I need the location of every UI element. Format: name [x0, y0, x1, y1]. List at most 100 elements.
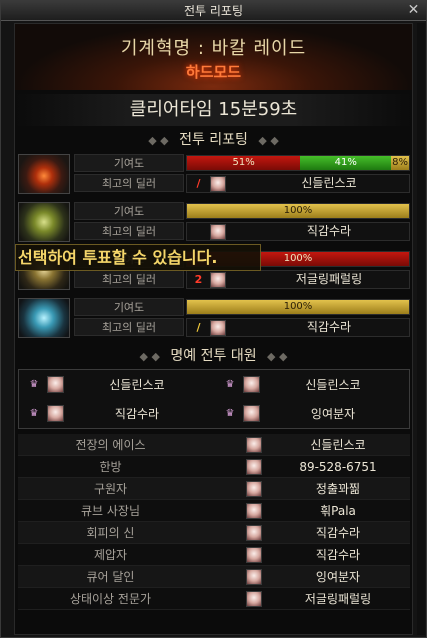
fighter-portrait: [18, 202, 70, 242]
award-row: 상태이상 전문가 저글링패럴링: [18, 588, 410, 610]
ornament-right-icon: ◆ ◆: [258, 134, 279, 147]
award-player-name: 89-528-6751: [299, 460, 377, 474]
best-dealer-field: / 신들린스코: [186, 174, 410, 193]
award-row: 제압자 직감수라: [18, 544, 410, 566]
vote-slot[interactable]: ♛ 직감수라: [19, 400, 214, 428]
award-row: 큐브 사장님 흮Pala: [18, 500, 410, 522]
fighter-row[interactable]: 기여도최고의 딜러 100% / 직감수라: [18, 298, 410, 340]
avatar: [246, 591, 262, 607]
clear-time: 클리어타임 15분59초: [15, 94, 412, 126]
fighter-portrait: [18, 298, 70, 338]
vote-name: 신들린스코: [109, 378, 165, 392]
award-row: 한방 89-528-6751: [18, 456, 410, 478]
contribution-bar: 100%: [186, 203, 410, 219]
best-dealer-label: 최고의 딜러: [74, 174, 184, 192]
award-title: 제압자: [93, 548, 128, 562]
award-player-name: 흮Pala: [320, 504, 356, 518]
contribution-segment: 8%: [391, 156, 409, 170]
award-title: 전장의 에이스: [75, 438, 146, 452]
avatar: [47, 405, 64, 422]
avatar: [47, 376, 64, 393]
award-player-name: 신들린스코: [310, 438, 366, 452]
avatar: [246, 569, 262, 585]
avatar: [210, 272, 226, 288]
number-two-icon: 2: [194, 273, 203, 286]
avatar: [210, 176, 226, 192]
raid-banner: 기계혁명 : 바칼 레이드 하드모드: [15, 24, 412, 90]
vote-tooltip: 선택하여 투표할 수 있습니다.: [15, 244, 261, 271]
avatar: [246, 437, 262, 453]
fighter-row[interactable]: 기여도최고의 딜러 51% 41% 8% / 신들린스코: [18, 154, 410, 196]
avatar: [246, 547, 262, 563]
avatar: [243, 376, 260, 393]
trophy-icon: ♛: [225, 408, 235, 419]
award-title: 구원자: [93, 482, 128, 496]
award-title: 큐브 사장님: [80, 504, 140, 518]
award-row: 큐어 달인 잉여분자: [18, 566, 410, 588]
awards-list: 전장의 에이스 신들린스코한방 89-528-6751 구원자 정출꽈찖큐브 사장님 흮P…: [18, 434, 410, 610]
ornament-left-icon: ◆ ◆: [139, 350, 160, 363]
battle-report-heading: ◆ ◆ 전투 리포팅 ◆ ◆: [15, 130, 412, 150]
avatar: [210, 224, 226, 240]
best-dealer-name: 신들린스코: [301, 176, 357, 190]
best-dealer-name: 직감수라: [306, 224, 352, 238]
best-dealer-label: 최고의 딜러: [74, 270, 184, 288]
vote-name: 직감수라: [114, 407, 160, 421]
job-icon: [191, 225, 206, 239]
trophy-icon: ♛: [225, 379, 235, 390]
fire-slash-icon: /: [196, 177, 201, 190]
award-player-name: 직감수라: [315, 526, 361, 540]
fighter-portrait: [18, 154, 70, 194]
contribution-bar: 51% 41% 8%: [186, 155, 410, 171]
window-title: 전투 리포팅: [183, 4, 243, 18]
best-dealer-field: / 직감수라: [186, 318, 410, 337]
contribution-segment: 100%: [187, 300, 409, 314]
battle-report-title: 전투 리포팅: [179, 132, 248, 148]
vote-name: 신들린스코: [305, 378, 361, 392]
close-icon[interactable]: ✕: [405, 2, 422, 19]
ornament-right-icon: ◆ ◆: [267, 350, 288, 363]
raid-name: 기계혁명 : 바칼 레이드: [120, 38, 307, 59]
contribution-segment: 41%: [300, 156, 392, 170]
award-player-name: 정출꽈찖: [315, 482, 361, 496]
fighter-row[interactable]: 기여도 최고의 딜러 100% 직감수라: [18, 202, 410, 244]
gold-slash-icon: /: [196, 321, 201, 334]
vote-slot[interactable]: ♛ 신들린스코: [19, 371, 214, 399]
honor-title: 명예 전투 대원: [170, 348, 257, 364]
report-body: 기계혁명 : 바칼 레이드 하드모드 클리어타임 15분59초 ◆ ◆ 전투 리…: [14, 23, 413, 635]
difficulty-label: 하드모드: [185, 63, 242, 81]
contribution-segment: 51%: [187, 156, 301, 170]
trophy-icon: ♛: [29, 379, 39, 390]
award-title: 한방: [99, 460, 122, 474]
award-row: 전장의 에이스 신들린스코: [18, 434, 410, 456]
award-player-name: 저글링패럴링: [304, 592, 372, 606]
award-title: 회피의 신: [86, 526, 135, 540]
award-player-name: 잉여분자: [315, 570, 361, 584]
contribution-label: 기여도: [74, 154, 184, 172]
best-dealer-field: 직감수라: [186, 222, 410, 241]
avatar: [246, 503, 262, 519]
contribution-label: 기여도: [74, 202, 184, 220]
award-title: 큐어 달인: [86, 570, 135, 584]
best-dealer-name: 저글링패럴링: [295, 272, 363, 286]
ornament-left-icon: ◆ ◆: [148, 134, 169, 147]
avatar: [246, 481, 262, 497]
vote-slot[interactable]: ♛ 신들린스코: [215, 371, 410, 399]
award-row: 구원자 정출꽈찖: [18, 478, 410, 500]
honor-heading: ◆ ◆ 명예 전투 대원 ◆ ◆: [15, 346, 412, 366]
avatar: [243, 405, 260, 422]
best-dealer-name: 직감수라: [306, 320, 352, 334]
best-dealer-field: 2 저글링패럴링: [186, 270, 410, 289]
avatar: [210, 320, 226, 336]
award-player-name: 직감수라: [315, 548, 361, 562]
award-title: 상태이상 전문가: [69, 592, 152, 606]
scrollbar[interactable]: [417, 23, 425, 635]
best-dealer-label: 최고의 딜러: [74, 318, 184, 336]
vote-slot[interactable]: ♛ 잉여분자: [215, 400, 410, 428]
avatar: [246, 525, 262, 541]
trophy-icon: ♛: [29, 408, 39, 419]
battle-report-window: 전투 리포팅 ✕ 기계혁명 : 바칼 레이드 하드모드 클리어타임 15분59초…: [0, 0, 427, 638]
award-row: 회피의 신 직감수라: [18, 522, 410, 544]
title-bar: 전투 리포팅 ✕: [1, 1, 426, 21]
contribution-label: 기여도: [74, 298, 184, 316]
